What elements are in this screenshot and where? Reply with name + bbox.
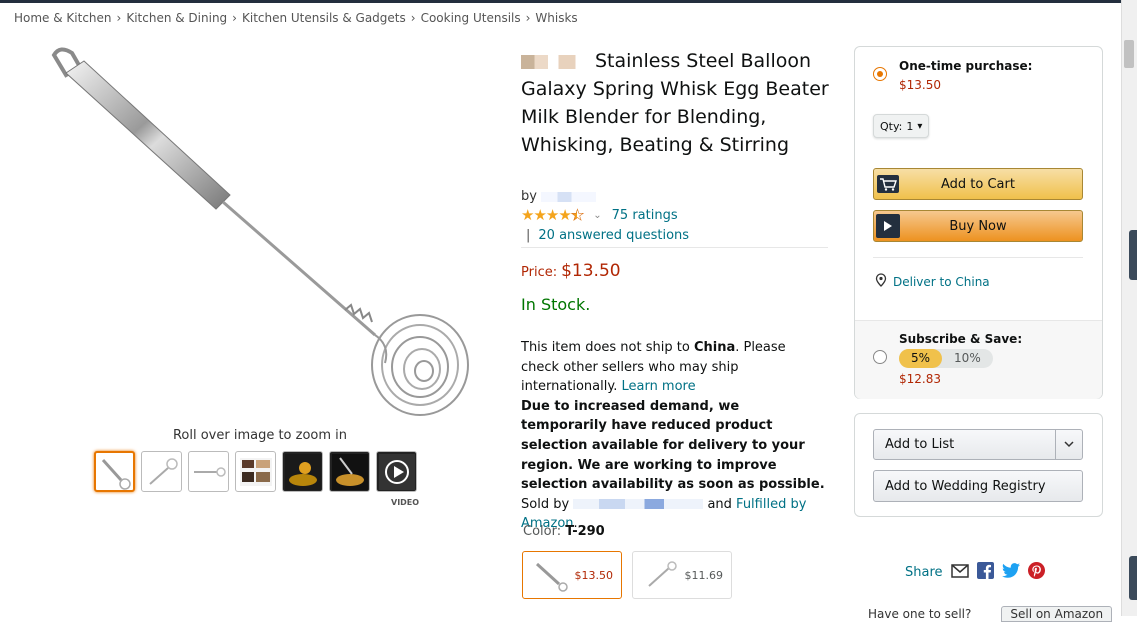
- price-row: Price: $13.50: [521, 261, 621, 281]
- thumbnail-video[interactable]: [376, 451, 417, 492]
- pinterest-icon[interactable]: [1027, 562, 1045, 583]
- thumbnail-image[interactable]: [94, 451, 135, 492]
- zoom-hint: Roll over image to zoom in: [172, 428, 348, 443]
- thumbnail-image[interactable]: [188, 451, 229, 492]
- top-nav-strip: [0, 0, 1137, 3]
- thumbnail-image[interactable]: [282, 451, 323, 492]
- qty-label: Qty:: [880, 119, 903, 133]
- twitter-icon[interactable]: [1001, 563, 1020, 582]
- video-label: VIDEO: [391, 498, 420, 507]
- section-divider: [521, 247, 828, 248]
- subscribe-save-label: Subscribe & Save:: [899, 332, 1023, 346]
- demand-notice: Due to increased demand, we temporarily …: [521, 398, 825, 493]
- sell-prompt: Have one to sell? Sell on Amazon: [868, 606, 1113, 622]
- seller-link-redacted[interactable]: [573, 499, 704, 510]
- price-label: Price:: [521, 265, 558, 280]
- side-panel-tab[interactable]: [1129, 230, 1137, 280]
- buybox-divider: [873, 257, 1083, 258]
- buy-now-button[interactable]: Buy Now: [873, 210, 1083, 242]
- stock-status: In Stock.: [521, 295, 591, 314]
- brand-redacted: [521, 54, 589, 69]
- qty-value: 1: [906, 119, 914, 133]
- ratings-link[interactable]: 75 ratings: [612, 208, 678, 223]
- rating-row: ★★★★★ ⌄ 75 ratings: [521, 206, 678, 225]
- add-to-list-button[interactable]: Add to List: [873, 429, 1083, 460]
- chevron-down-icon[interactable]: ⌄: [593, 210, 601, 221]
- learn-more-link[interactable]: Learn more: [621, 379, 695, 394]
- one-time-purchase-radio[interactable]: [873, 67, 887, 81]
- chevron-down-icon[interactable]: [1055, 430, 1082, 459]
- breadcrumb-separator: ›: [116, 11, 122, 25]
- color-swatch-selected[interactable]: $13.50: [522, 551, 622, 599]
- share-label[interactable]: Share: [905, 565, 943, 580]
- sell-on-amazon-button[interactable]: Sell on Amazon: [1001, 606, 1113, 622]
- thumbnail-strip: [94, 451, 417, 492]
- subscribe-discount-toggle: 5% 10%: [899, 349, 993, 368]
- subscribe-save-radio[interactable]: [873, 350, 887, 364]
- breadcrumb-separator: ›: [525, 11, 531, 25]
- discount-option-5[interactable]: 5%: [899, 349, 943, 368]
- brand-link-redacted[interactable]: [540, 191, 596, 202]
- swatch-price: $11.69: [684, 568, 724, 582]
- add-to-wedding-registry-button[interactable]: Add to Wedding Registry: [873, 470, 1083, 502]
- swatch-price: $13.50: [574, 568, 614, 582]
- thumbnail-image[interactable]: [329, 451, 370, 492]
- star-rating-icon[interactable]: ★★★★★: [521, 206, 585, 225]
- subscribe-save-price: $12.83: [899, 372, 941, 386]
- color-label-text: Color:: [523, 524, 562, 539]
- add-to-cart-label: Add to Cart: [941, 176, 1015, 192]
- discount-option-10[interactable]: 10%: [942, 349, 993, 368]
- cart-icon: [874, 169, 902, 199]
- breadcrumb-item-utensils-gadgets[interactable]: Kitchen Utensils & Gadgets: [242, 11, 406, 25]
- sold-by-label: Sold by: [521, 496, 570, 512]
- deliver-to[interactable]: Deliver to China: [875, 273, 990, 290]
- breadcrumb-separator: ›: [232, 11, 237, 25]
- add-to-list-label: Add to List: [885, 437, 955, 452]
- one-time-purchase-price: $13.50: [899, 78, 941, 92]
- by-label: by: [521, 189, 537, 204]
- swatch-image: [648, 561, 677, 587]
- one-time-purchase-label: One-time purchase:: [899, 59, 1033, 73]
- swatch-image: [535, 562, 568, 592]
- scrollbar-thumb[interactable]: [1124, 40, 1134, 68]
- byline: by: [521, 189, 596, 204]
- color-value: T-290: [565, 524, 605, 539]
- qa-separator: |: [526, 228, 531, 243]
- breadcrumb: Home & Kitchen › Kitchen & Dining › Kitchen …: [14, 11, 578, 25]
- thumbnail-image[interactable]: [235, 451, 276, 492]
- share-row: Share: [905, 562, 1045, 583]
- facebook-icon[interactable]: [976, 562, 994, 583]
- breadcrumb-item-home-kitchen[interactable]: Home & Kitchen: [14, 11, 112, 25]
- thumbnail-image[interactable]: [141, 451, 182, 492]
- ship-note-text: This item does not ship to: [521, 340, 694, 355]
- breadcrumb-item-cooking-utensils[interactable]: Cooking Utensils: [421, 11, 521, 25]
- ship-country: China: [693, 340, 736, 355]
- and-text: and: [707, 496, 732, 512]
- color-label: Color: T-290: [523, 524, 605, 539]
- location-pin-icon: [875, 273, 887, 290]
- quantity-select[interactable]: Qty: 1 ▾: [873, 114, 930, 138]
- main-product-image[interactable]: [40, 45, 480, 425]
- product-title: Stainless Steel Balloon Galaxy Spring Wh…: [521, 47, 831, 159]
- price-value: $13.50: [561, 261, 621, 281]
- page-scrollbar[interactable]: [1121, 0, 1137, 616]
- breadcrumb-item-kitchen-dining[interactable]: Kitchen & Dining: [126, 11, 227, 25]
- email-icon[interactable]: [950, 563, 969, 582]
- answered-questions-link[interactable]: 20 answered questions: [538, 228, 689, 243]
- have-one-to-sell: Have one to sell?: [868, 607, 972, 621]
- chevron-down-icon: ▾: [917, 120, 923, 132]
- add-to-cart-button[interactable]: Add to Cart: [873, 168, 1083, 200]
- breadcrumb-item-whisks[interactable]: Whisks: [535, 11, 577, 25]
- answered-questions: | 20 answered questions: [526, 228, 689, 243]
- breadcrumb-separator: ›: [410, 11, 416, 25]
- deliver-to-link[interactable]: Deliver to China: [893, 275, 990, 289]
- shipping-note: This item does not ship to China. Please…: [521, 338, 826, 534]
- color-swatch[interactable]: $11.69: [632, 551, 732, 599]
- play-icon: [876, 214, 900, 238]
- buy-now-label: Buy Now: [949, 218, 1007, 234]
- side-panel-tab[interactable]: [1129, 556, 1137, 600]
